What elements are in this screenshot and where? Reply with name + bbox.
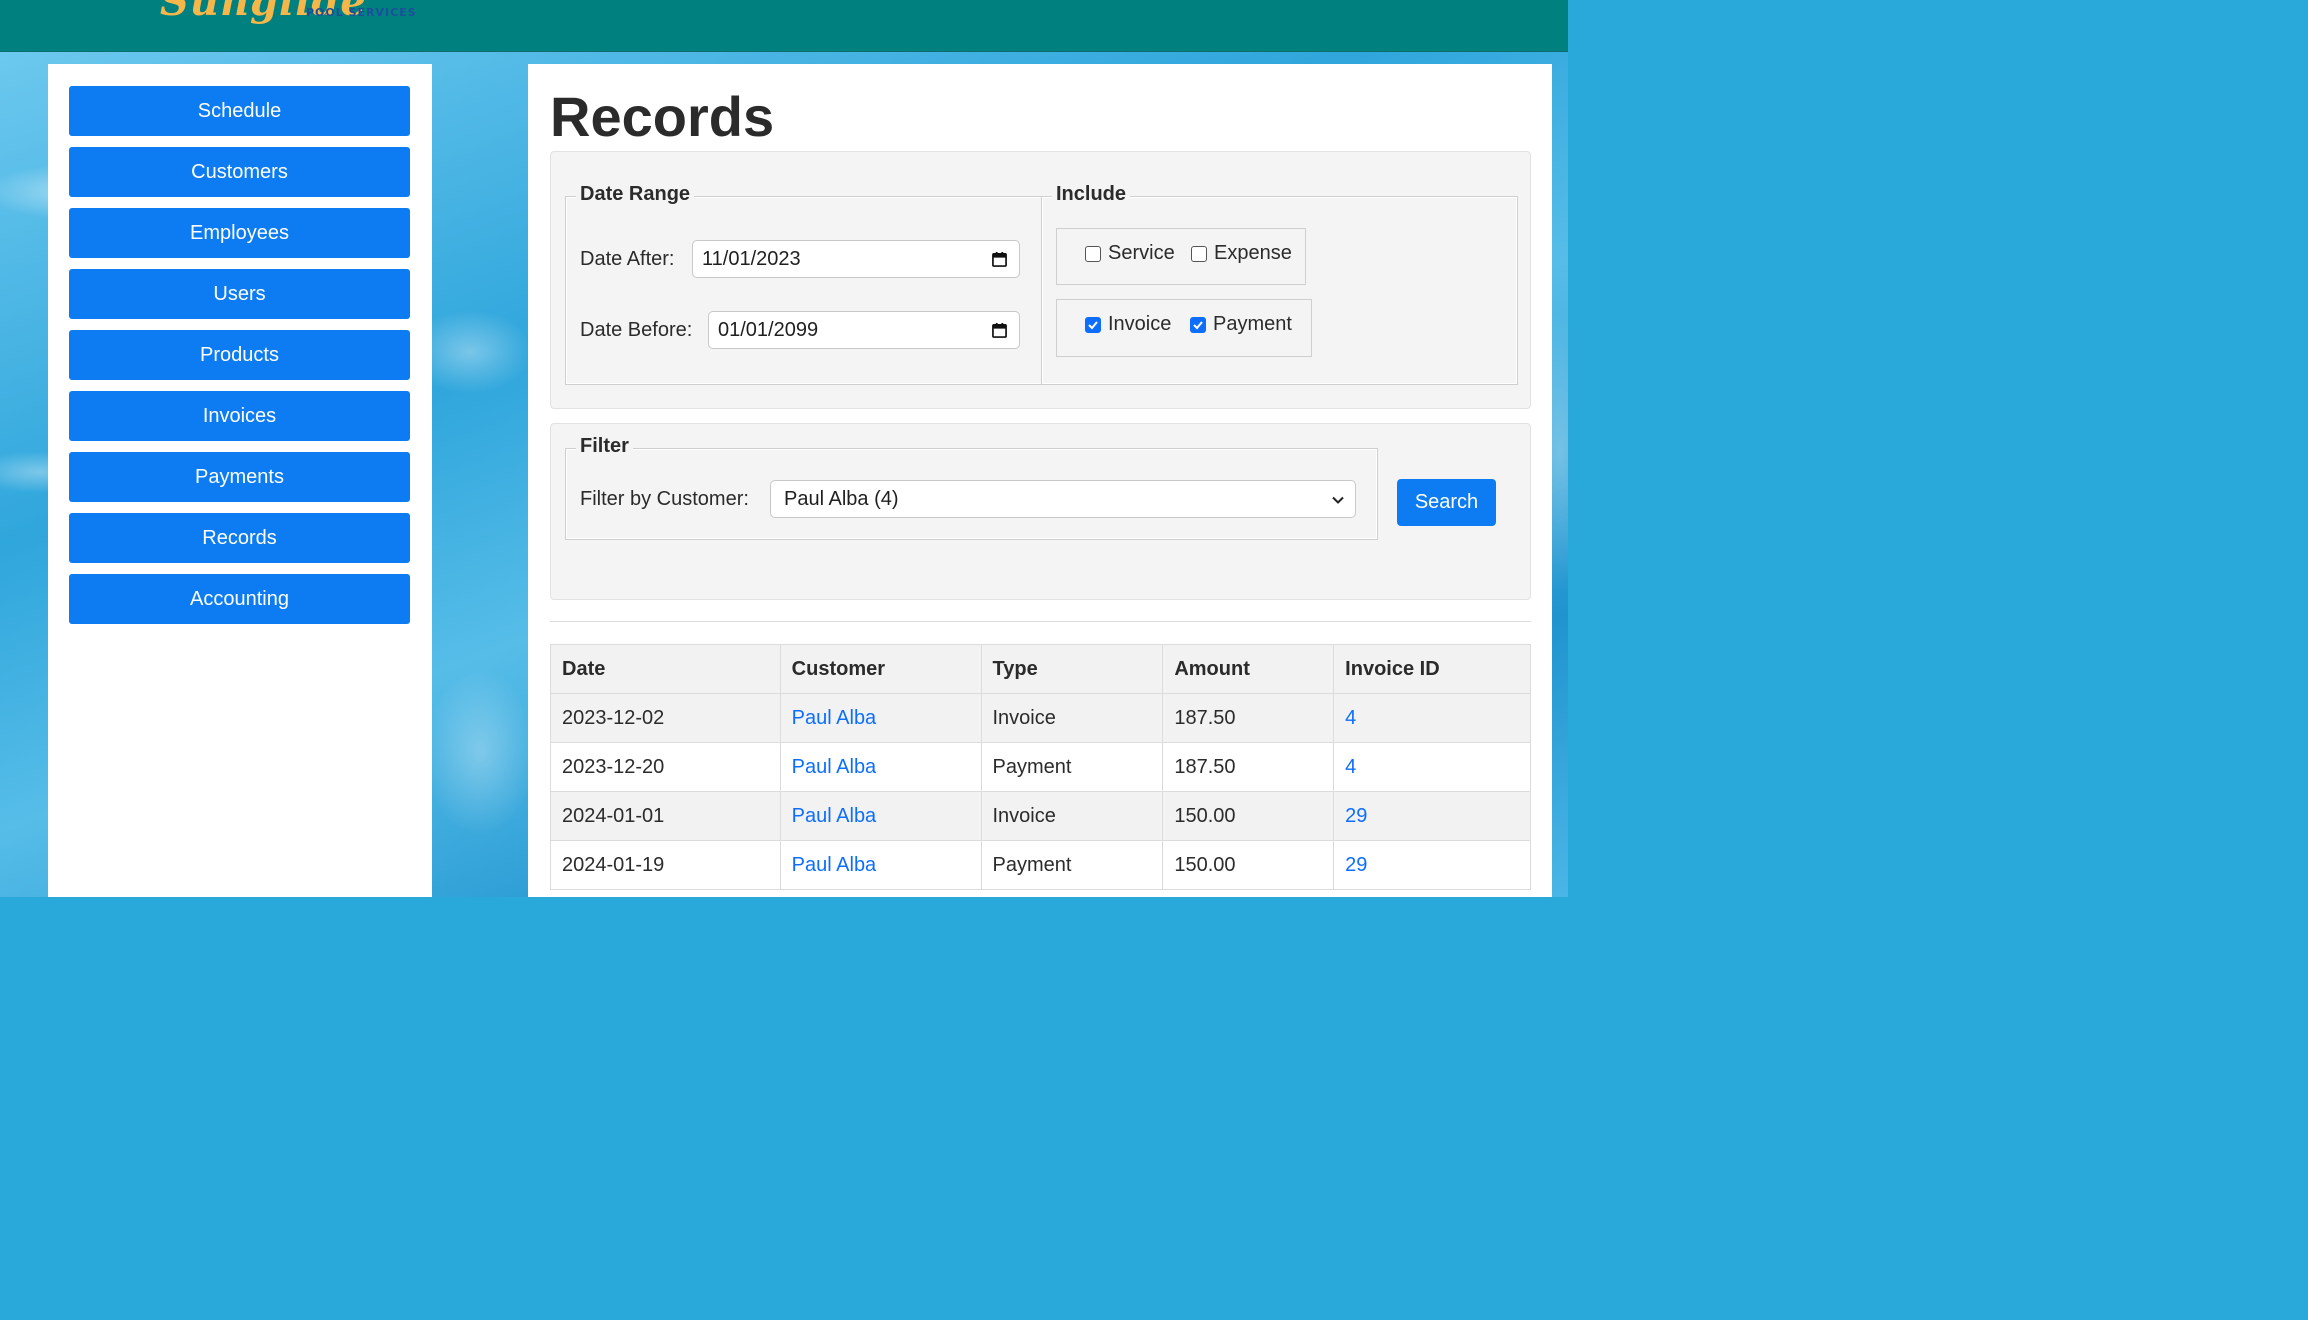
criteria-panel: Date Range Date After: 11/01/2023 Date B… [550, 151, 1531, 409]
date-range-legend: Date Range [576, 183, 695, 206]
nav-button-users[interactable]: Users [69, 269, 410, 319]
expense-checkbox[interactable] [1191, 246, 1207, 262]
calendar-icon[interactable] [992, 252, 1007, 267]
amount-cell: 187.50 [1162, 693, 1335, 743]
nav-button-customers[interactable]: Customers [69, 147, 410, 197]
invoice-id-cell: 4 [1333, 693, 1531, 743]
amount-cell: 150.00 [1162, 791, 1335, 841]
date-cell: 2023-12-02 [550, 693, 781, 743]
nav-button-invoices[interactable]: Invoices [69, 391, 410, 441]
nav-button-employees[interactable]: Employees [69, 208, 410, 258]
date-after-input[interactable]: 11/01/2023 [692, 240, 1020, 278]
date-after-value: 11/01/2023 [702, 247, 801, 270]
customer-select[interactable]: Paul Alba (4) [770, 480, 1356, 518]
filter-customer-label: Filter by Customer: [580, 488, 749, 510]
customer-link[interactable]: Paul Alba [792, 707, 877, 729]
filter-legend: Filter [576, 435, 633, 458]
type-cell: Invoice [980, 791, 1164, 841]
invoice-id-cell: 29 [1333, 791, 1531, 841]
column-header-type[interactable]: Type [980, 644, 1164, 694]
site-header: Sunglide POOL SERVICES [0, 0, 1568, 52]
table-row: 2023-12-20 Paul Alba Payment 187.50 4 [550, 742, 1531, 792]
table-row: 2024-01-01 Paul Alba Invoice 150.00 29 [550, 791, 1531, 841]
invoice-id-link[interactable]: 29 [1345, 854, 1367, 876]
amount-cell: 150.00 [1162, 840, 1335, 890]
customer-cell: Paul Alba [779, 840, 982, 890]
column-header-customer[interactable]: Customer [779, 644, 982, 694]
nav-button-products[interactable]: Products [69, 330, 410, 380]
customer-link[interactable]: Paul Alba [792, 756, 877, 778]
service-checkbox[interactable] [1085, 246, 1101, 262]
table-row: 2023-12-02 Paul Alba Invoice 187.50 4 [550, 693, 1531, 743]
invoice-id-link[interactable]: 4 [1345, 707, 1356, 729]
checkmark-icon [1088, 321, 1098, 330]
logo-subtitle: POOL SERVICES [306, 6, 417, 19]
column-header-invoice-id[interactable]: Invoice ID [1333, 644, 1531, 694]
table-row: 2024-01-19 Paul Alba Payment 150.00 29 [550, 840, 1531, 890]
nav-button-accounting[interactable]: Accounting [69, 574, 410, 624]
invoice-payment-group: Invoice Payment [1056, 299, 1312, 357]
filter-panel: Filter Filter by Customer: Paul Alba (4) [550, 423, 1531, 600]
invoice-id-cell: 29 [1333, 840, 1531, 890]
date-after-label: Date After: [580, 248, 675, 270]
checkmark-icon [1193, 321, 1203, 330]
invoice-id-cell: 4 [1333, 742, 1531, 792]
main-content: Records Date Range Date After: 11/01/202… [528, 64, 1552, 897]
customer-link[interactable]: Paul Alba [792, 805, 877, 827]
customer-select-value: Paul Alba (4) [784, 487, 899, 510]
type-cell: Payment [980, 840, 1164, 890]
column-header-date[interactable]: Date [550, 644, 781, 694]
date-range-fieldset [565, 196, 1043, 385]
date-cell: 2024-01-19 [550, 840, 781, 890]
service-expense-group: Service Expense [1056, 228, 1306, 285]
search-button[interactable]: Search [1397, 479, 1496, 526]
date-cell: 2023-12-20 [550, 742, 781, 792]
nav-button-schedule[interactable]: Schedule [69, 86, 410, 136]
date-before-value: 01/01/2099 [718, 318, 819, 341]
type-cell: Invoice [980, 693, 1164, 743]
invoice-label[interactable]: Invoice [1108, 313, 1171, 336]
chevron-down-icon [1332, 496, 1344, 504]
date-before-input[interactable]: 01/01/2099 [708, 311, 1020, 349]
service-label[interactable]: Service [1108, 242, 1175, 265]
customer-cell: Paul Alba [779, 742, 982, 792]
invoice-id-link[interactable]: 4 [1345, 756, 1356, 778]
column-header-amount[interactable]: Amount [1162, 644, 1335, 694]
nav-button-payments[interactable]: Payments [69, 452, 410, 502]
nav-button-records[interactable]: Records [69, 513, 410, 563]
sidebar: Schedule Customers Employees Users Produ… [48, 64, 432, 897]
date-before-label: Date Before: [580, 319, 693, 341]
payment-checkbox[interactable] [1190, 317, 1206, 333]
amount-cell: 187.50 [1162, 742, 1335, 792]
section-divider [550, 621, 1531, 622]
payment-label[interactable]: Payment [1213, 313, 1292, 336]
customer-cell: Paul Alba [779, 791, 982, 841]
expense-label[interactable]: Expense [1214, 242, 1292, 265]
customer-cell: Paul Alba [779, 693, 982, 743]
type-cell: Payment [980, 742, 1164, 792]
invoice-id-link[interactable]: 29 [1345, 805, 1367, 827]
records-table: Date Customer Type Amount Invoice ID 202… [550, 644, 1531, 890]
customer-link[interactable]: Paul Alba [792, 854, 877, 876]
date-cell: 2024-01-01 [550, 791, 781, 841]
include-legend: Include [1052, 183, 1131, 206]
calendar-icon[interactable] [992, 323, 1007, 338]
table-header-row: Date Customer Type Amount Invoice ID [550, 644, 1531, 694]
invoice-checkbox[interactable] [1085, 317, 1101, 333]
page-title: Records [550, 85, 775, 148]
